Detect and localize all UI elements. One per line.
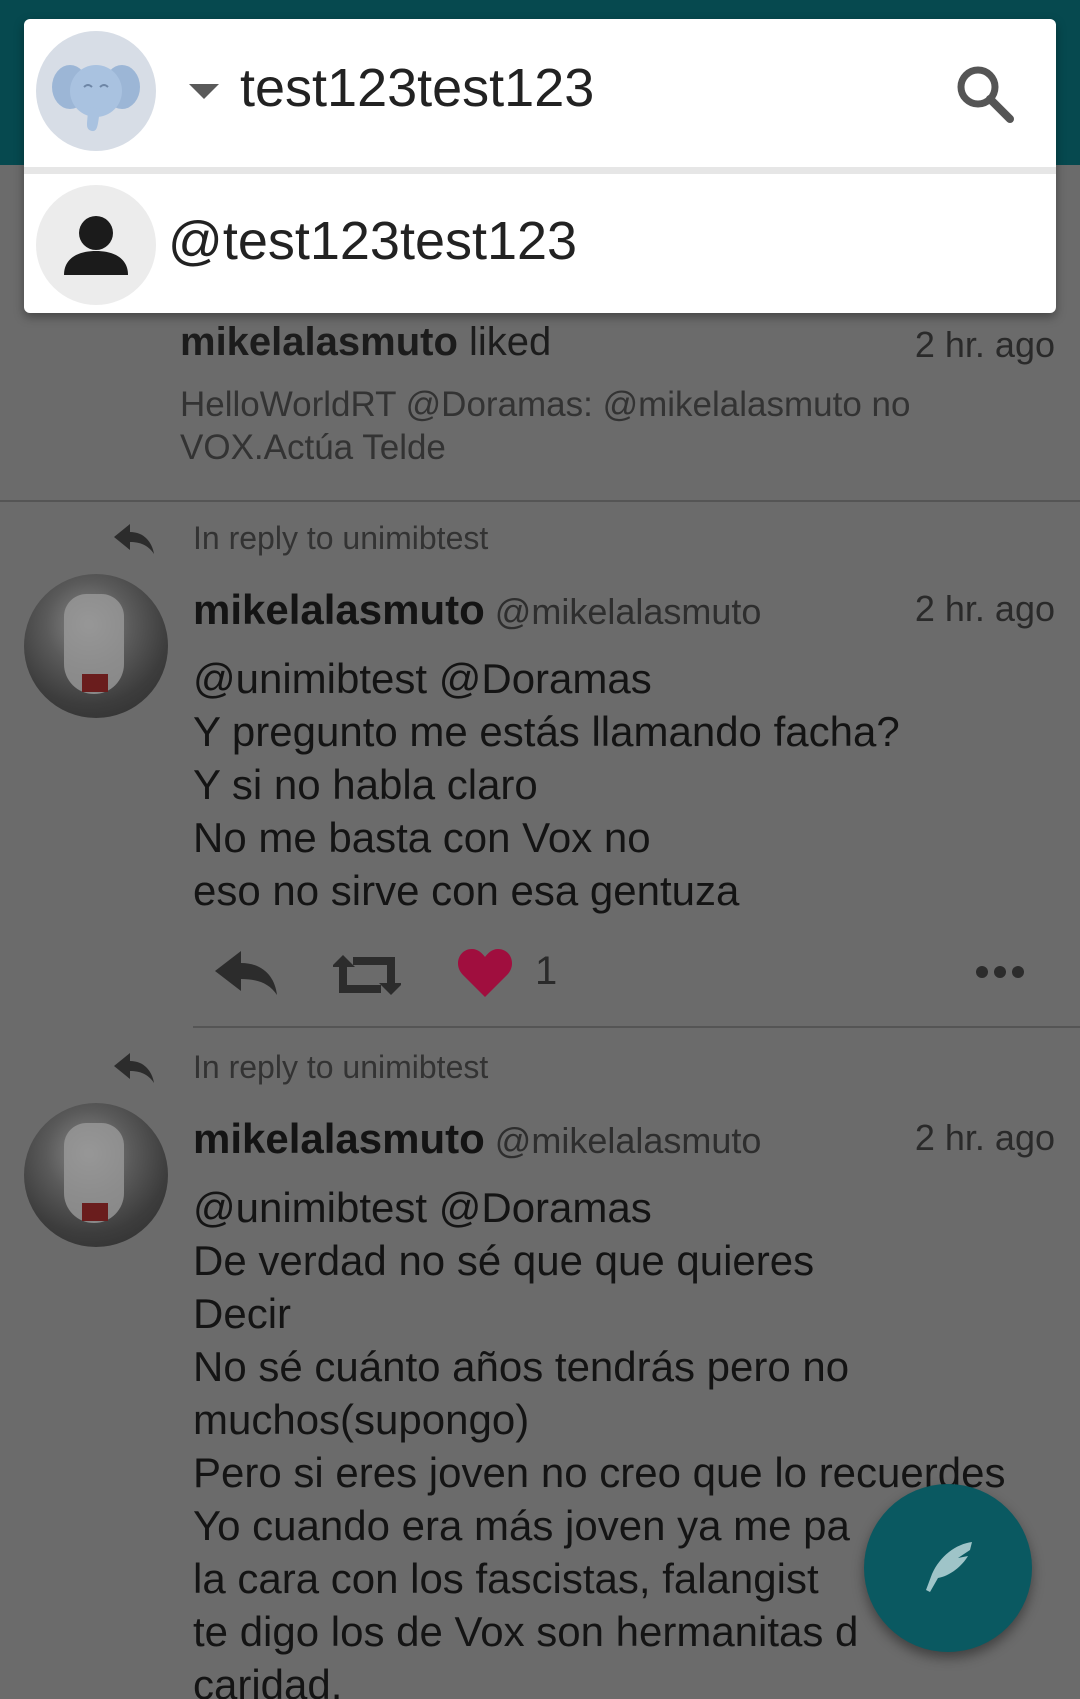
avatar[interactable] [24, 1103, 168, 1247]
heart-icon[interactable] [457, 947, 513, 999]
notification-excerpt[interactable]: HelloWorldRT @Doramas: @mikelalasmuto no… [180, 383, 1000, 469]
quill-icon [926, 1542, 972, 1592]
reply-icon[interactable] [213, 949, 279, 997]
display-name[interactable]: mikelalasmuto [193, 1115, 485, 1162]
account-list-avatar [36, 185, 156, 305]
username[interactable]: @mikelalasmuto [495, 591, 762, 632]
status-header: mikelalasmuto @mikelalasmuto 2 hr. ago [193, 1115, 1055, 1163]
person-icon [64, 216, 128, 275]
avatar[interactable] [24, 574, 168, 718]
account-handle[interactable]: @test123test123 [168, 210, 577, 272]
notification-user[interactable]: mikelalasmuto [180, 320, 458, 364]
display-name[interactable]: mikelalasmuto [193, 586, 485, 633]
divider [193, 1026, 1080, 1028]
notification-action: liked [457, 320, 552, 364]
status-content[interactable]: @unimibtest @Doramas Y pregunto me estás… [193, 652, 1063, 917]
account-name[interactable]: test123test123 [240, 57, 594, 119]
status-header: mikelalasmuto @mikelalasmuto 2 hr. ago [193, 586, 1055, 634]
username[interactable]: @mikelalasmuto [495, 1120, 762, 1161]
more-horizontal-icon[interactable] [975, 965, 1025, 979]
account-avatar[interactable] [36, 31, 156, 151]
divider [0, 500, 1080, 502]
notification-time: 2 hr. ago [914, 324, 1055, 365]
status-time: 2 hr. ago [914, 1117, 1055, 1158]
mastodon-elephant-icon [52, 65, 140, 132]
reply-icon [114, 1053, 154, 1083]
reply-to-label[interactable]: In reply to unimibtest [193, 1049, 488, 1086]
status-time: 2 hr. ago [914, 588, 1055, 629]
account-list-item[interactable]: @test123test123 [24, 174, 1056, 313]
boost-icon[interactable] [333, 953, 401, 997]
account-dropdown: test123test123 @test123test123 [24, 19, 1056, 313]
divider [24, 167, 1056, 174]
search-icon[interactable] [952, 61, 1016, 125]
reply-icon [114, 524, 154, 554]
caret-down-icon[interactable] [189, 84, 219, 99]
reply-to-label[interactable]: In reply to unimibtest [193, 520, 488, 557]
compose-button[interactable] [864, 1484, 1032, 1652]
notification-liked[interactable]: mikelalasmuto liked 2 hr. ago HelloWorld… [180, 320, 1055, 469]
favourite-count: 1 [535, 949, 558, 993]
account-header[interactable]: test123test123 [24, 19, 1056, 167]
status-actions: 1 [193, 943, 1063, 1003]
